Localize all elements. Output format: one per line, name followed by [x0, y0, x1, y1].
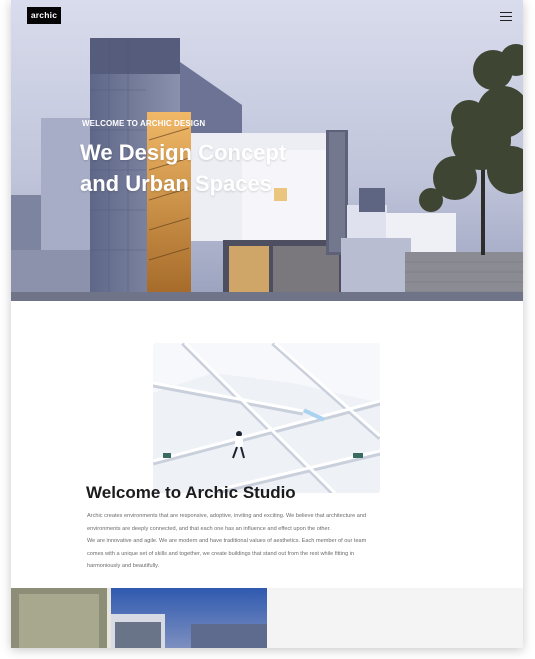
hamburger-menu-icon[interactable]	[500, 12, 512, 21]
hero-headline-line2: and Urban Spaces	[80, 171, 272, 196]
about-title: Welcome to Archic Studio	[86, 483, 296, 502]
about-description: Archic creates environments that are res…	[87, 510, 383, 573]
brand-logo[interactable]: archic	[27, 7, 61, 24]
bottom-panel	[267, 588, 523, 648]
menu-bar-middle	[500, 15, 512, 18]
page-frame: archic WELCOME TO ARCHIC DESIGN We Desig…	[11, 0, 523, 648]
menu-bar-top	[500, 12, 512, 14]
about-paragraph-1: Archic creates environments that are res…	[87, 513, 367, 532]
menu-bar-bottom	[500, 19, 512, 21]
hero-headline-line1: We Design Concept	[80, 140, 287, 165]
slider-dots	[200, 295, 212, 299]
about-image	[153, 343, 380, 493]
project-image	[11, 588, 267, 648]
hero-eyebrow: WELCOME TO ARCHIC DESIGN	[82, 119, 206, 128]
hero-section: archic WELCOME TO ARCHIC DESIGN We Desig…	[11, 0, 523, 301]
hero-headline: We Design Concept and Urban Spaces	[80, 137, 340, 199]
about-paragraph-2: We are innovative and agile. We are mode…	[87, 538, 367, 570]
